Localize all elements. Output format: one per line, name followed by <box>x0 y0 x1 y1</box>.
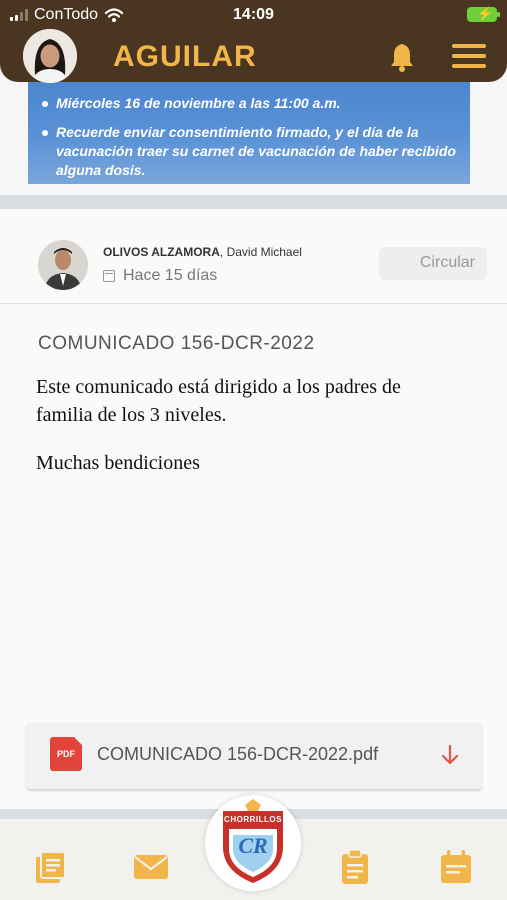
logo-initials: CR <box>238 833 268 858</box>
post-card: OLIVOS ALZAMORA, David Michael Hace 15 d… <box>0 209 507 809</box>
banner-line: Miércoles 16 de noviembre a las 11:00 a.… <box>42 94 462 113</box>
attachment-name[interactable]: COMUNICADO 156-DCR-2022.pdf <box>97 744 378 765</box>
calendar-icon <box>103 270 115 282</box>
download-icon[interactable] <box>440 743 460 767</box>
school-title: AGUILAR <box>113 40 257 73</box>
app-header: ConTodo 14:09 ⚡ AGUILAR <box>0 0 507 83</box>
author-avatar <box>38 240 88 290</box>
circular-tag[interactable]: Circular <box>379 247 487 280</box>
logo-text: CHORRILLOS <box>224 815 282 824</box>
school-logo-button[interactable]: CHORRILLOS CR <box>205 795 301 891</box>
announcement-banner: Miércoles 16 de noviembre a las 11:00 a.… <box>28 82 470 184</box>
post-time: Hace 15 días <box>103 267 217 285</box>
calendar-nav-icon[interactable] <box>438 849 474 885</box>
clipboard-icon[interactable] <box>337 849 373 885</box>
pdf-icon: PDF <box>50 737 82 771</box>
bell-icon[interactable] <box>388 42 416 72</box>
divider <box>0 303 507 304</box>
post-paragraph: Muchas bendiciones <box>36 452 200 474</box>
author-name: OLIVOS ALZAMORA, David Michael <box>103 245 302 259</box>
post-body: Este comunicado está dirigido a los padr… <box>36 373 456 477</box>
post-paragraph: Este comunicado está dirigido a los padr… <box>36 376 401 426</box>
user-avatar[interactable] <box>23 29 77 83</box>
status-bar: ConTodo 14:09 ⚡ <box>0 6 507 26</box>
post-time-label: Hace 15 días <box>123 267 218 284</box>
battery-icon: ⚡ <box>467 6 500 22</box>
mail-icon[interactable] <box>133 849 169 885</box>
banner-line: Recuerde enviar consentimiento firmado, … <box>42 123 462 180</box>
author-last-name: OLIVOS ALZAMORA <box>103 245 220 259</box>
section-separator <box>0 195 507 209</box>
menu-icon[interactable] <box>452 44 486 68</box>
attachment-item[interactable]: PDF COMUNICADO 156-DCR-2022.pdf <box>26 723 482 789</box>
list-icon[interactable] <box>33 849 69 885</box>
post-title: COMUNICADO 156-DCR-2022 <box>38 333 315 354</box>
author-first-name: David Michael <box>226 245 302 259</box>
status-time: 14:09 <box>233 6 274 23</box>
